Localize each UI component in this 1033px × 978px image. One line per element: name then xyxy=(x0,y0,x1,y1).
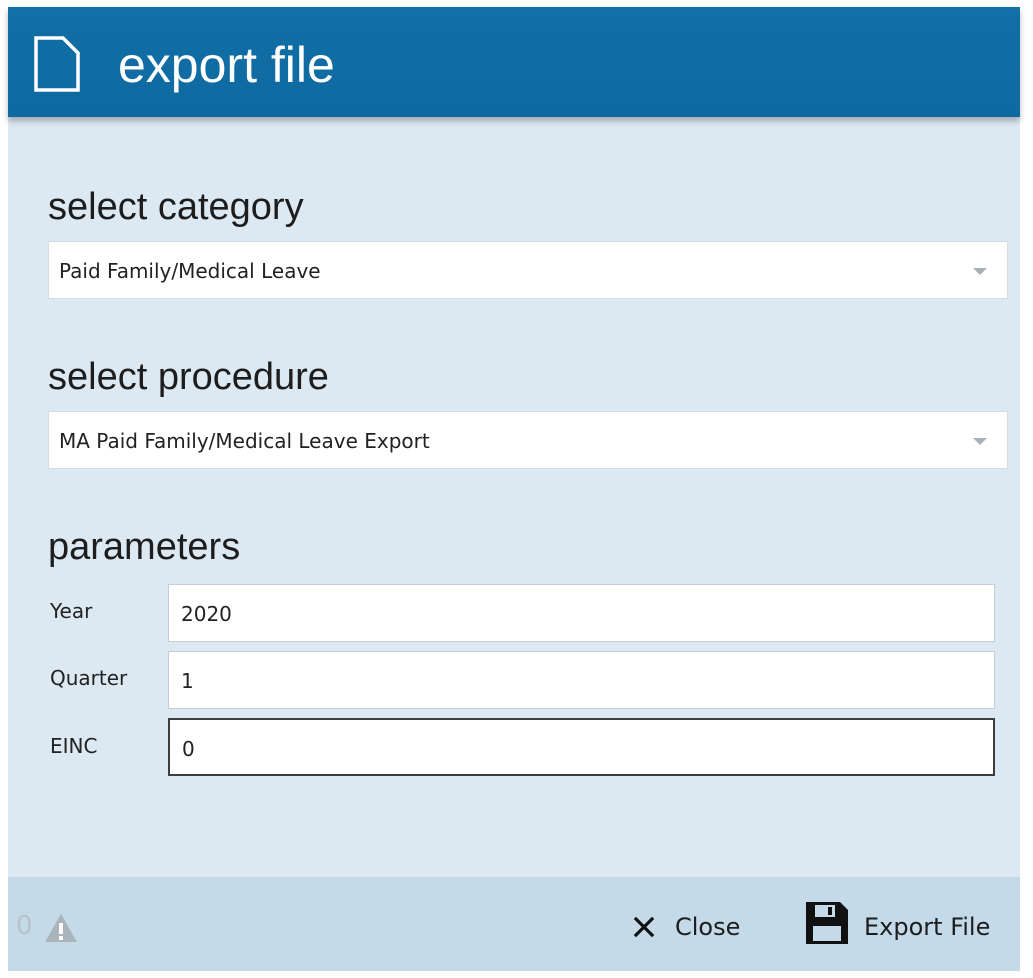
category-heading: select category xyxy=(48,186,304,228)
parameters-heading: parameters xyxy=(48,526,241,568)
dialog-header: export file xyxy=(8,7,1020,117)
procedure-select[interactable]: MA Paid Family/Medical Leave Export xyxy=(48,411,1008,469)
year-input[interactable]: 2020 xyxy=(168,584,995,642)
export-file-dialog: export file select category Paid Family/… xyxy=(8,7,1020,971)
warning-count: 0 xyxy=(16,911,33,941)
export-file-button-label: Export File xyxy=(864,913,991,941)
einc-label: EINC xyxy=(50,734,98,758)
procedure-heading: select procedure xyxy=(48,356,329,398)
category-select[interactable]: Paid Family/Medical Leave xyxy=(48,241,1008,299)
file-icon xyxy=(34,36,80,92)
close-icon xyxy=(633,916,655,938)
procedure-select-value: MA Paid Family/Medical Leave Export xyxy=(59,429,430,453)
quarter-input-value: 1 xyxy=(181,669,194,693)
warning-icon[interactable] xyxy=(43,912,79,944)
save-icon xyxy=(806,902,848,944)
chevron-down-icon xyxy=(973,268,987,275)
einc-input[interactable]: 0 xyxy=(168,718,995,776)
category-select-value: Paid Family/Medical Leave xyxy=(59,259,321,283)
year-label: Year xyxy=(50,599,93,623)
close-button-label: Close xyxy=(675,913,741,941)
einc-input-value: 0 xyxy=(182,737,195,761)
quarter-label: Quarter xyxy=(50,666,128,690)
dialog-footer: 0 Close Export File xyxy=(8,877,1020,971)
year-input-value: 2020 xyxy=(181,602,232,626)
dialog-title: export file xyxy=(118,37,335,93)
chevron-down-icon xyxy=(973,438,987,445)
quarter-input[interactable]: 1 xyxy=(168,651,995,709)
